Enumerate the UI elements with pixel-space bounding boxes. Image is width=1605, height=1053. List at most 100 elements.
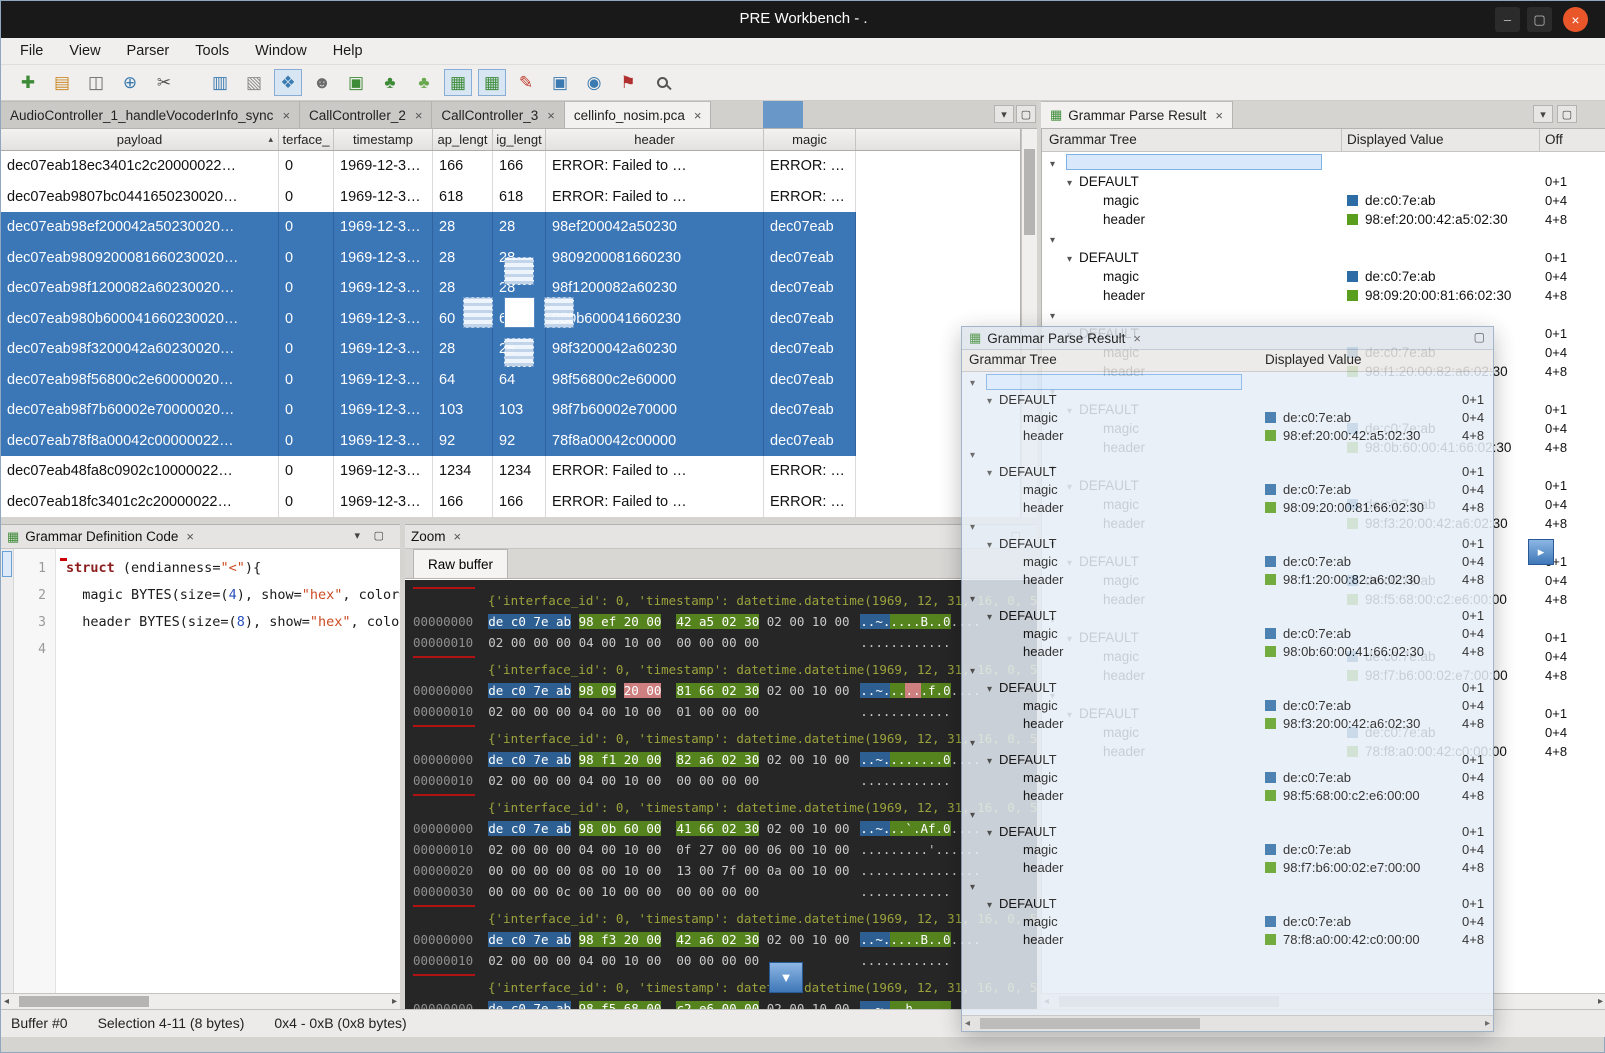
tab-close-icon[interactable]: × [694, 108, 702, 123]
tree-node-header[interactable]: header98:f3:20:00:42:a6:02:304+8 [962, 715, 1493, 733]
minimize-button[interactable]: – [1495, 7, 1520, 32]
tab-Grammar Parse Result[interactable]: ▦Grammar Parse Result× [1041, 101, 1233, 128]
close-button[interactable]: × [1563, 7, 1588, 32]
tree-node-default[interactable]: ▾DEFAULT0+1 [962, 751, 1493, 769]
tree-node-magic[interactable]: magicde:c0:7e:ab0+4 [962, 769, 1493, 787]
hex-line[interactable]: 00000000 de c0 7e ab 98 f1 20 00 82 a6 0… [413, 749, 1037, 770]
menu-window[interactable]: Window [242, 40, 320, 62]
hex-line[interactable]: 00000010 02 00 00 00 04 00 10 00 0f 27 0… [413, 839, 1037, 860]
screenshot-icon[interactable]: ▣ [342, 69, 370, 96]
scrollbar-thumb[interactable] [19, 996, 149, 1007]
debug-ant-alt-icon[interactable]: ♣ [410, 69, 438, 96]
chevron-down-icon[interactable]: ▾ [1050, 159, 1055, 170]
tab-CallController_2[interactable]: CallController_2× [300, 101, 432, 128]
chevron-down-icon[interactable]: ▾ [970, 810, 975, 821]
scroll-right-icon[interactable]: ▸ [1598, 996, 1603, 1007]
import-icon[interactable]: ⊕ [116, 69, 144, 96]
cut-icon[interactable]: ✂ [150, 69, 178, 96]
tree-node-root[interactable]: ▾ [962, 589, 1493, 607]
tree-node-header[interactable]: header98:ef:20:00:42:a5:02:304+8 [962, 427, 1493, 445]
tree-node-header[interactable]: header78:f8:a0:00:42:c0:00:004+8 [962, 931, 1493, 949]
chevron-down-icon[interactable]: ▾ [1050, 311, 1055, 322]
chevron-down-icon[interactable]: ▾ [1050, 235, 1055, 246]
chevron-down-icon[interactable]: ▾ [970, 882, 975, 893]
scrollbar-thumb[interactable] [1024, 149, 1035, 235]
tab-cellinfo_nosim.pca[interactable]: cellinfo_nosim.pca× [565, 101, 712, 128]
hex-line[interactable]: 00000000 de c0 7e ab 98 0b 60 00 41 66 0… [413, 818, 1037, 839]
tab-close-icon[interactable]: × [547, 108, 555, 123]
dock-drop-right-edge-icon[interactable]: ▸ [1528, 539, 1554, 565]
tree-node-default[interactable]: ▾DEFAULT0+1 [962, 823, 1493, 841]
hex-line[interactable]: 00000010 02 00 00 00 04 00 10 00 00 00 0… [413, 632, 1037, 653]
chevron-down-icon[interactable]: ▾ [987, 684, 992, 695]
scroll-left-icon[interactable]: ◂ [965, 1018, 970, 1029]
panel-float-icon[interactable]: ▢ [1474, 330, 1485, 344]
close-panel-icon[interactable]: × [1133, 331, 1141, 346]
tree-node-root[interactable]: ▾ [962, 661, 1493, 679]
tab-close-icon[interactable]: × [415, 108, 423, 123]
code-editor[interactable]: struct (endianness="<"){ magic BYTES(siz… [56, 549, 400, 993]
table-row[interactable]: dec07eab9807bc0441650230020…01969-12-3…6… [1, 182, 1020, 213]
tree-node-header[interactable]: header98:f5:68:00:c2:e6:00:004+8 [962, 787, 1493, 805]
column-header-payload[interactable]: payload▴ [1, 129, 279, 150]
floating-hscrollbar[interactable]: ◂ ▸ [962, 1015, 1493, 1031]
tab-close-icon[interactable]: × [282, 108, 290, 123]
chevron-down-icon[interactable]: ▾ [987, 540, 992, 551]
tree-node-magic[interactable]: magicde:c0:7e:ab0+4 [962, 625, 1493, 643]
chevron-down-icon[interactable]: ▾ [970, 594, 975, 605]
code-line[interactable] [66, 636, 400, 663]
tree-node-root[interactable]: ▾ [1042, 153, 1605, 172]
hex-line[interactable]: 00000000 de c0 7e ab 98 09 20 00 81 66 0… [413, 680, 1037, 701]
code-hscrollbar[interactable]: ◂ ▸ [1, 993, 400, 1009]
code-minimap[interactable] [1, 549, 14, 993]
table-row[interactable]: dec07eab78f8a00042c00000022…01969-12-3…9… [1, 426, 1020, 457]
menu-parser[interactable]: Parser [114, 40, 183, 62]
table-row[interactable]: dec07eab18fc3401c2c20000022…01969-12-3…1… [1, 487, 1020, 518]
tree-node-default[interactable]: ▾DEFAULT0+1 [1042, 172, 1605, 191]
run-user-script-icon[interactable]: ☻ [308, 69, 336, 96]
chevron-down-icon[interactable]: ▾ [970, 378, 975, 389]
dock-drop-center-icon[interactable] [504, 297, 535, 328]
highlight-marker-icon[interactable]: ✎ [512, 69, 540, 96]
tab-AudioController_1_handleVocoderInfo_sync[interactable]: AudioController_1_handleVocoderInfo_sync… [1, 101, 300, 128]
column-header-header[interactable]: header [546, 129, 764, 150]
minimap-viewport[interactable] [2, 551, 12, 577]
floating-grammar-parse-result-panel[interactable]: ▦ Grammar Parse Result × ▢ Grammar Tree … [961, 326, 1494, 1032]
scroll-right-icon[interactable]: ▸ [392, 996, 397, 1007]
chevron-down-icon[interactable]: ▾ [970, 522, 975, 533]
maximize-button[interactable]: ▢ [1527, 7, 1552, 32]
code-line[interactable]: magic BYTES(size=(4), show="hex", color= [66, 582, 400, 609]
hex-line[interactable]: 00000030 00 00 00 0c 00 10 00 00 00 00 0… [413, 881, 1037, 902]
menu-view[interactable]: View [56, 40, 113, 62]
tree-node-root[interactable]: ▾ [962, 877, 1493, 895]
menu-file[interactable]: File [7, 40, 56, 62]
web-view-icon[interactable]: ◉ [580, 69, 608, 96]
tree-node-magic[interactable]: magicde:c0:7e:ab0+4 [962, 409, 1493, 427]
panel-dropdown-icon[interactable]: ▾ [354, 529, 360, 542]
chevron-down-icon[interactable]: ▾ [987, 828, 992, 839]
chevron-down-icon[interactable]: ▾ [987, 468, 992, 479]
hex-line[interactable]: 00000010 02 00 00 00 04 00 10 00 00 00 0… [413, 950, 1037, 971]
tree-node-magic[interactable]: magicde:c0:7e:ab0+4 [962, 481, 1493, 499]
tree-node-default[interactable]: ▾DEFAULT0+1 [962, 607, 1493, 625]
tree-node-default[interactable]: ▾DEFAULT0+1 [962, 535, 1493, 553]
hex-line[interactable]: 00000000 de c0 7e ab 98 f3 20 00 42 a6 0… [413, 929, 1037, 950]
dock-drop-right-icon[interactable] [544, 297, 574, 328]
close-panel-icon[interactable]: × [186, 529, 194, 544]
tree-node-header[interactable]: header98:09:20:00:81:66:02:304+8 [1042, 286, 1605, 305]
table-row[interactable]: dec07eab48fa8c0902c10000022…01969-12-3…1… [1, 456, 1020, 487]
menu-tools[interactable]: Tools [182, 40, 242, 62]
table-row[interactable]: dec07eab98f7b60002e70000020…01969-12-3…1… [1, 395, 1020, 426]
paste-icon[interactable]: ▧ [240, 69, 268, 96]
tree-node-header[interactable]: header98:ef:20:00:42:a5:02:304+8 [1042, 210, 1605, 229]
column-displayed-value[interactable]: Displayed Value [1347, 132, 1444, 147]
column-header-ig_lengt[interactable]: ig_lengt [493, 129, 546, 150]
column-grammar-tree[interactable]: Grammar Tree [969, 352, 1057, 367]
copy-alt-icon[interactable]: ▥ [206, 69, 234, 96]
debug-ant-icon[interactable]: ♣ [376, 69, 404, 96]
grammar-grid-alt-icon[interactable]: ▦ [478, 69, 506, 96]
tree-node-root[interactable]: ▾ [962, 373, 1493, 391]
chevron-down-icon[interactable]: ▾ [987, 396, 992, 407]
chevron-down-icon[interactable]: ▾ [987, 900, 992, 911]
hex-line[interactable]: 00000000 de c0 7e ab 98 f5 68 00 c2 e6 0… [413, 998, 1037, 1009]
